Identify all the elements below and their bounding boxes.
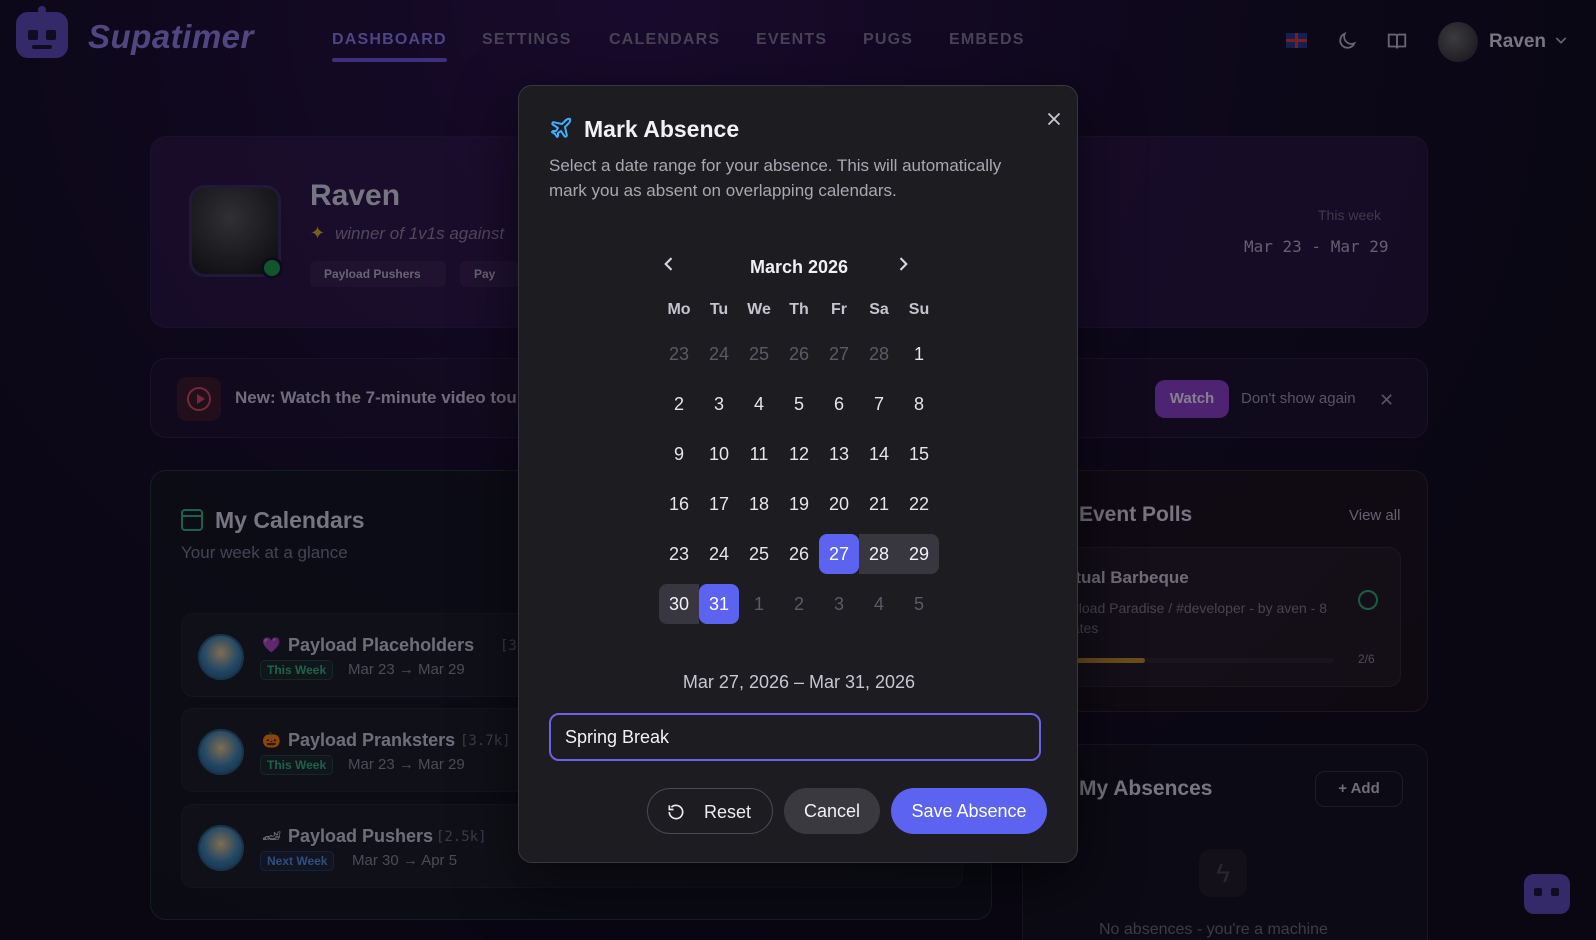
calendar-day-outside-month[interactable]: 4: [859, 584, 899, 624]
calendar-day[interactable]: 30: [659, 584, 699, 624]
calendar-day-outside-month[interactable]: 27: [819, 334, 859, 374]
calendar-day[interactable]: 7: [859, 384, 899, 424]
calendar-day[interactable]: 23: [659, 534, 699, 574]
calendar-day[interactable]: 2: [659, 384, 699, 424]
calendar-day[interactable]: 16: [659, 484, 699, 524]
calendar-day[interactable]: 8: [899, 384, 939, 424]
save-absence-button[interactable]: Save Absence: [891, 788, 1047, 834]
calendar-day[interactable]: 10: [699, 434, 739, 474]
calendar-day-outside-month[interactable]: 25: [739, 334, 779, 374]
calendar-day[interactable]: 26: [779, 534, 819, 574]
calendar-day-outside-month[interactable]: 3: [819, 584, 859, 624]
calendar-day[interactable]: 25: [739, 534, 779, 574]
calendar-day[interactable]: 17: [699, 484, 739, 524]
chevron-left-icon[interactable]: [659, 254, 679, 274]
calendar-month-title: March 2026: [749, 257, 849, 277]
calendar-day[interactable]: 1: [899, 334, 939, 374]
plane-icon: [551, 117, 572, 138]
weekday-header: Sa: [869, 301, 889, 318]
cancel-button[interactable]: Cancel: [784, 788, 880, 834]
selected-range-text: Mar 27, 2026 – Mar 31, 2026: [682, 672, 916, 692]
absence-reason-input[interactable]: [549, 713, 1041, 761]
calendar-day-outside-month[interactable]: 26: [779, 334, 819, 374]
calendar-day[interactable]: 12: [779, 434, 819, 474]
calendar-day[interactable]: 13: [819, 434, 859, 474]
calendar-day[interactable]: 4: [739, 384, 779, 424]
calendar-day[interactable]: 3: [699, 384, 739, 424]
calendar-day[interactable]: 22: [899, 484, 939, 524]
calendar-day[interactable]: 18: [739, 484, 779, 524]
weekday-header: We: [747, 301, 771, 318]
reset-label: Reset: [704, 802, 752, 822]
weekday-header: Tu: [709, 301, 729, 318]
weekday-header: Mo: [667, 301, 691, 318]
close-icon[interactable]: [1043, 108, 1065, 130]
weekday-header: Su: [908, 301, 930, 318]
dialog-title: Mark Absence: [584, 116, 740, 142]
weekday-header: Fr: [831, 301, 847, 318]
calendar-day-outside-month[interactable]: 5: [899, 584, 939, 624]
calendar-day-outside-month[interactable]: 23: [659, 334, 699, 374]
calendar-day[interactable]: 31: [699, 584, 739, 624]
reset-icon: [668, 804, 684, 820]
calendar-day[interactable]: 27: [819, 534, 859, 574]
calendar-day[interactable]: 11: [739, 434, 779, 474]
chevron-right-icon[interactable]: [893, 254, 913, 274]
calendar-day-outside-month[interactable]: 24: [699, 334, 739, 374]
calendar-day[interactable]: 28: [859, 534, 899, 574]
calendar-day[interactable]: 24: [699, 534, 739, 574]
calendar-day-outside-month[interactable]: 1: [739, 584, 779, 624]
calendar-day[interactable]: 5: [779, 384, 819, 424]
mark-absence-dialog: Mark Absence Select a date range for you…: [518, 85, 1078, 863]
dialog-description: Select a date range for your absence. Th…: [549, 156, 1002, 200]
calendar-day-outside-month[interactable]: 28: [859, 334, 899, 374]
calendar-day[interactable]: 14: [859, 434, 899, 474]
calendar-day[interactable]: 29: [899, 534, 939, 574]
calendar-day-outside-month[interactable]: 2: [779, 584, 819, 624]
calendar-day[interactable]: 15: [899, 434, 939, 474]
reset-button[interactable]: Reset: [647, 788, 773, 834]
calendar-day[interactable]: 21: [859, 484, 899, 524]
calendar-day[interactable]: 9: [659, 434, 699, 474]
calendar-day[interactable]: 20: [819, 484, 859, 524]
calendar-day[interactable]: 6: [819, 384, 859, 424]
calendar-day[interactable]: 19: [779, 484, 819, 524]
weekday-header: Th: [789, 301, 809, 318]
